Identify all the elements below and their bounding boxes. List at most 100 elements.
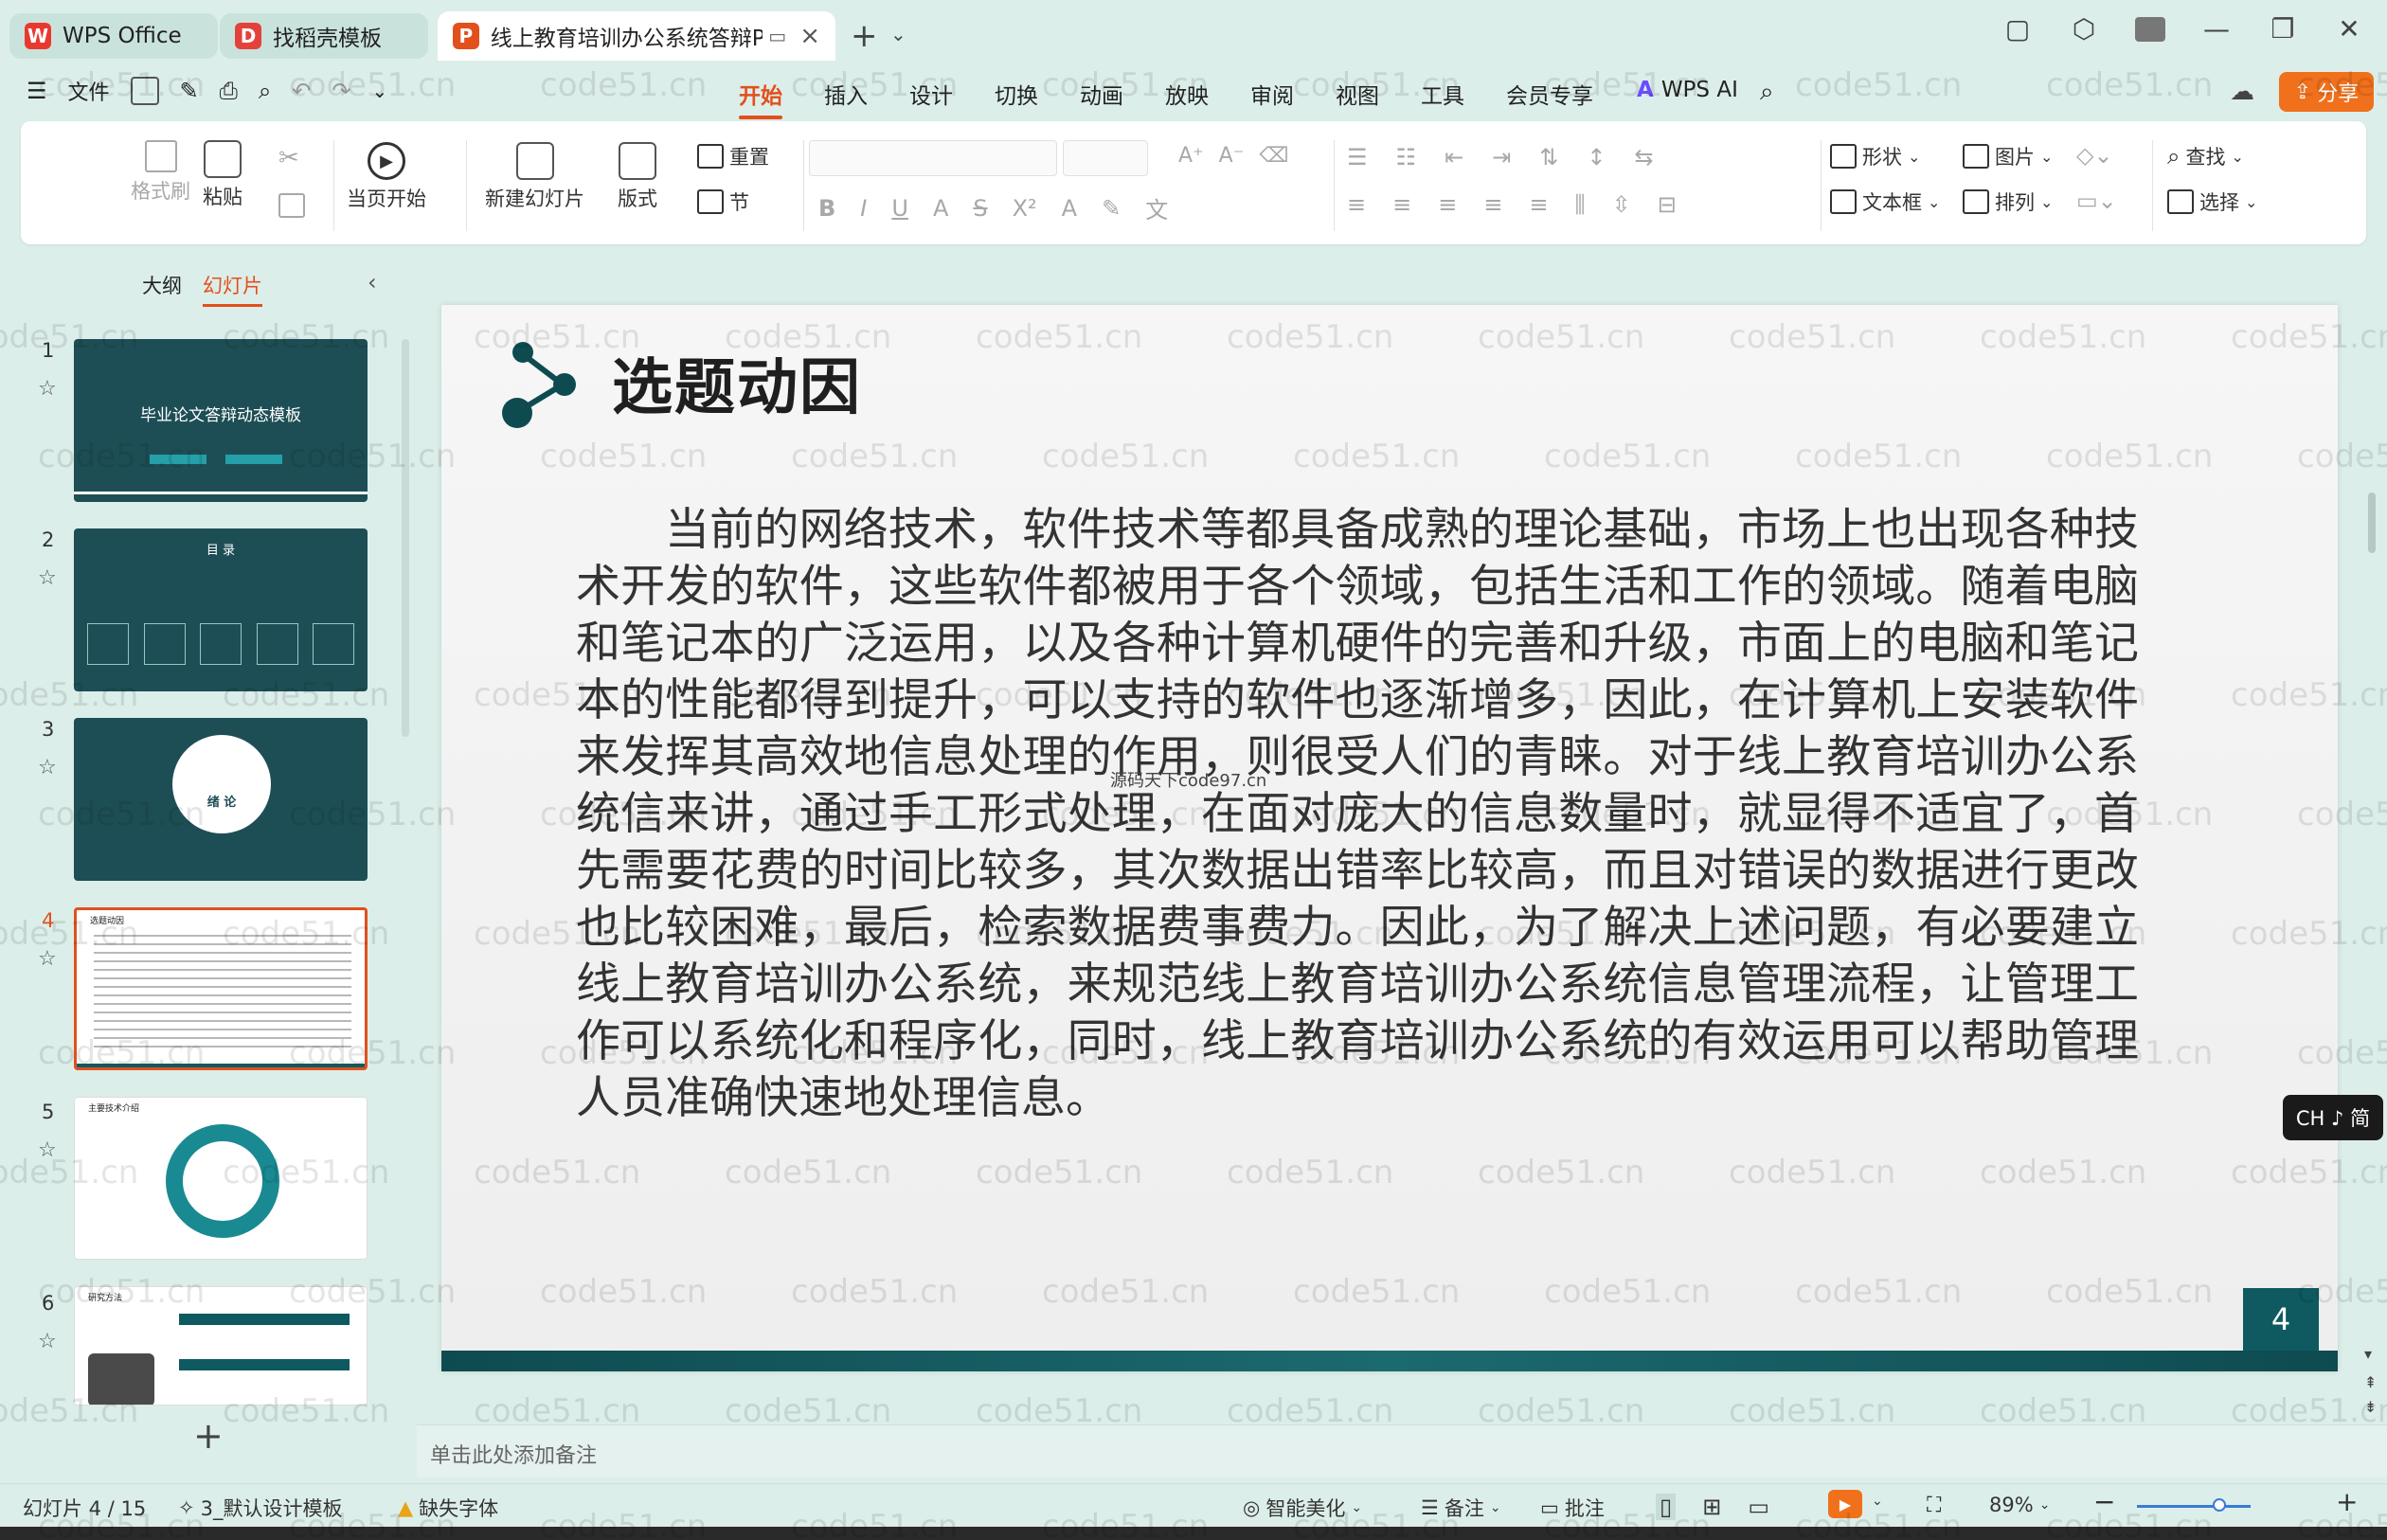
play-from-current-button[interactable]: ▶ 当页开始 [347, 142, 426, 212]
minimize-icon[interactable]: — [2201, 13, 2232, 45]
star-icon[interactable]: ☆ [38, 947, 57, 971]
increase-font-icon[interactable]: A⁺ [1178, 144, 1204, 168]
star-icon[interactable]: ☆ [38, 566, 57, 590]
tab-list-dropdown-icon[interactable]: ⌄ [890, 23, 906, 45]
find-button[interactable]: ⌕ 查找 ⌄ [2167, 142, 2244, 170]
close-tab-icon[interactable]: × [799, 22, 820, 50]
tab-slideshow[interactable]: 放映 [1165, 78, 1209, 110]
superscript-icon[interactable]: X² [1013, 195, 1037, 222]
tab-tools[interactable]: 工具 [1421, 78, 1464, 110]
tab-find-template[interactable]: D 找稻壳模板 [220, 13, 428, 59]
wps-ai-button[interactable]: A WPS AI [1637, 78, 1738, 102]
outline-icon[interactable]: ▭⌄ [2076, 188, 2117, 214]
tab-insert[interactable]: 插入 [824, 78, 868, 110]
align-left-icon[interactable]: ≡ [1347, 191, 1366, 218]
shadow-icon[interactable]: A [933, 195, 948, 222]
star-icon[interactable]: ☆ [38, 1138, 57, 1162]
bold-icon[interactable]: B [818, 195, 835, 222]
notes-toggle-button[interactable]: ☰ 备注 ⌄ [1421, 1494, 1501, 1522]
more-dropdown-icon[interactable]: ⌄ [372, 80, 388, 102]
star-icon[interactable]: ☆ [38, 377, 57, 401]
canvas-scrollbar[interactable] [2368, 492, 2376, 553]
bullet-list-icon[interactable]: ☰ [1347, 144, 1368, 170]
slide-title[interactable]: 选题动因 [612, 339, 862, 426]
arrange-button[interactable]: 排列 ⌄ [1963, 188, 2053, 216]
hamburger-icon[interactable]: ☰ [27, 78, 47, 104]
tab-current-document[interactable]: P 线上教育培训办公系统答辩PP ▭ × [438, 11, 835, 61]
decrease-font-icon[interactable]: A⁻ [1219, 144, 1245, 168]
tab-review[interactable]: 审阅 [1250, 78, 1294, 110]
notes-pane[interactable]: 单击此处添加备注 [417, 1424, 2387, 1477]
redo-icon[interactable]: ↷ [332, 78, 350, 104]
clear-format-icon[interactable]: ⌫ [1259, 144, 1288, 168]
tab-wps-office[interactable]: W WPS Office [9, 13, 218, 59]
highlight-icon[interactable]: ✎ [1102, 195, 1121, 222]
slide-thumbnail[interactable]: 目 录 [74, 528, 368, 691]
fit-window-icon[interactable]: ⛶ [1927, 1494, 1941, 1517]
copy-icon[interactable] [278, 193, 305, 218]
reading-view-icon[interactable]: ▭ [1748, 1494, 1769, 1520]
slide-thumbnail-selected[interactable]: 选题动因 [74, 907, 368, 1070]
text-fit-icon[interactable]: ⊟ [1658, 191, 1677, 218]
columns-icon[interactable]: ⫼ [1575, 191, 1586, 218]
save-icon[interactable] [130, 77, 159, 105]
window-layout-icon[interactable]: ▢ [2002, 13, 2033, 45]
slide-canvas[interactable]: 选题动因 当前的网络技术，软件技术等都具备成熟的理论基础，市场上也出现各种技术开… [441, 305, 2338, 1371]
font-family-select[interactable] [809, 140, 1057, 176]
file-menu[interactable]: 文件 [68, 76, 110, 106]
new-tab-button[interactable]: + [851, 17, 878, 55]
brush-icon[interactable]: ✎ [180, 78, 199, 104]
reset-button[interactable]: 重置 [697, 142, 769, 170]
tab-transition[interactable]: 切换 [995, 78, 1038, 110]
prev-slide-icon[interactable]: ⇞ [2364, 1373, 2377, 1391]
theme-button[interactable]: ✧ 3_默认设计模板 [178, 1494, 342, 1522]
avatar[interactable] [2135, 16, 2165, 42]
line-spacing-icon[interactable]: ↕ [1587, 144, 1606, 170]
new-slide-button[interactable]: 新建幻灯片 [485, 142, 584, 212]
tab-outline[interactable]: 大纲 [142, 271, 182, 299]
numbered-list-icon[interactable]: ☷ [1396, 144, 1417, 170]
phonetic-icon[interactable]: 文 [1145, 191, 1168, 224]
print-icon[interactable]: ⎙ [220, 78, 238, 104]
scroll-down-icon[interactable]: ▾ [2364, 1345, 2372, 1363]
slide-thumbnail[interactable]: 绪 论 [74, 718, 368, 881]
cloud-icon[interactable]: ☁ [2230, 78, 2254, 106]
tab-slides[interactable]: 幻灯片 [203, 271, 262, 307]
convert-icon[interactable]: ⇆ [1634, 144, 1653, 170]
select-button[interactable]: 选择 ⌄ [2167, 188, 2257, 216]
tab-view[interactable]: 视图 [1336, 78, 1379, 110]
slide-body-text[interactable]: 当前的网络技术，软件技术等都具备成熟的理论基础，市场上也出现各种技术开发的软件，… [576, 502, 2139, 1127]
ime-indicator[interactable]: CH ♪ 简 [2283, 1095, 2383, 1140]
slide-thumbnail[interactable]: 主要技术介绍 [74, 1097, 368, 1260]
strikethrough-icon[interactable]: S [973, 195, 987, 222]
collapse-panel-icon[interactable]: ‹ [368, 269, 377, 295]
tab-design[interactable]: 设计 [909, 78, 953, 110]
star-icon[interactable]: ☆ [38, 756, 57, 779]
slide-thumbnail[interactable]: 毕业论文答辩动态模板 [74, 339, 368, 502]
next-slide-icon[interactable]: ⇟ [2364, 1398, 2377, 1416]
font-color-icon[interactable]: A [1062, 195, 1077, 222]
justify-icon[interactable]: ≡ [1483, 191, 1502, 218]
textbox-button[interactable]: 文本框 ⌄ [1830, 188, 1940, 216]
align-right-icon[interactable]: ≡ [1438, 191, 1457, 218]
zoom-slider[interactable] [2137, 1505, 2251, 1508]
picture-button[interactable]: 图片 ⌄ [1963, 142, 2053, 170]
search-icon[interactable]: ⌕ [1760, 78, 1774, 107]
play-slideshow-button[interactable]: ▶ [1828, 1490, 1862, 1518]
align-center-icon[interactable]: ≡ [1392, 191, 1411, 218]
star-icon[interactable]: ☆ [38, 1330, 57, 1353]
cube-icon[interactable]: ⬡ [2069, 13, 2099, 45]
zoom-level[interactable]: 89% ⌄ [1989, 1494, 2050, 1516]
restore-icon[interactable]: ❐ [2268, 13, 2298, 45]
layout-button[interactable]: 版式 [618, 142, 657, 212]
section-button[interactable]: 节 [697, 188, 749, 216]
tab-animation[interactable]: 动画 [1080, 78, 1123, 110]
share-button[interactable]: ⇪ 分享 [2279, 72, 2374, 112]
distribute-icon[interactable]: ≡ [1529, 191, 1548, 218]
zoom-out-icon[interactable]: − [2093, 1486, 2115, 1517]
paste-button[interactable]: 粘贴 [203, 140, 242, 210]
comment-button[interactable]: ▭ 批注 [1540, 1494, 1605, 1522]
undo-icon[interactable]: ↶ [292, 78, 311, 104]
chevron-down-icon[interactable]: ⌄ [1872, 1494, 1883, 1509]
monitor-icon[interactable]: ▭ [768, 25, 786, 47]
